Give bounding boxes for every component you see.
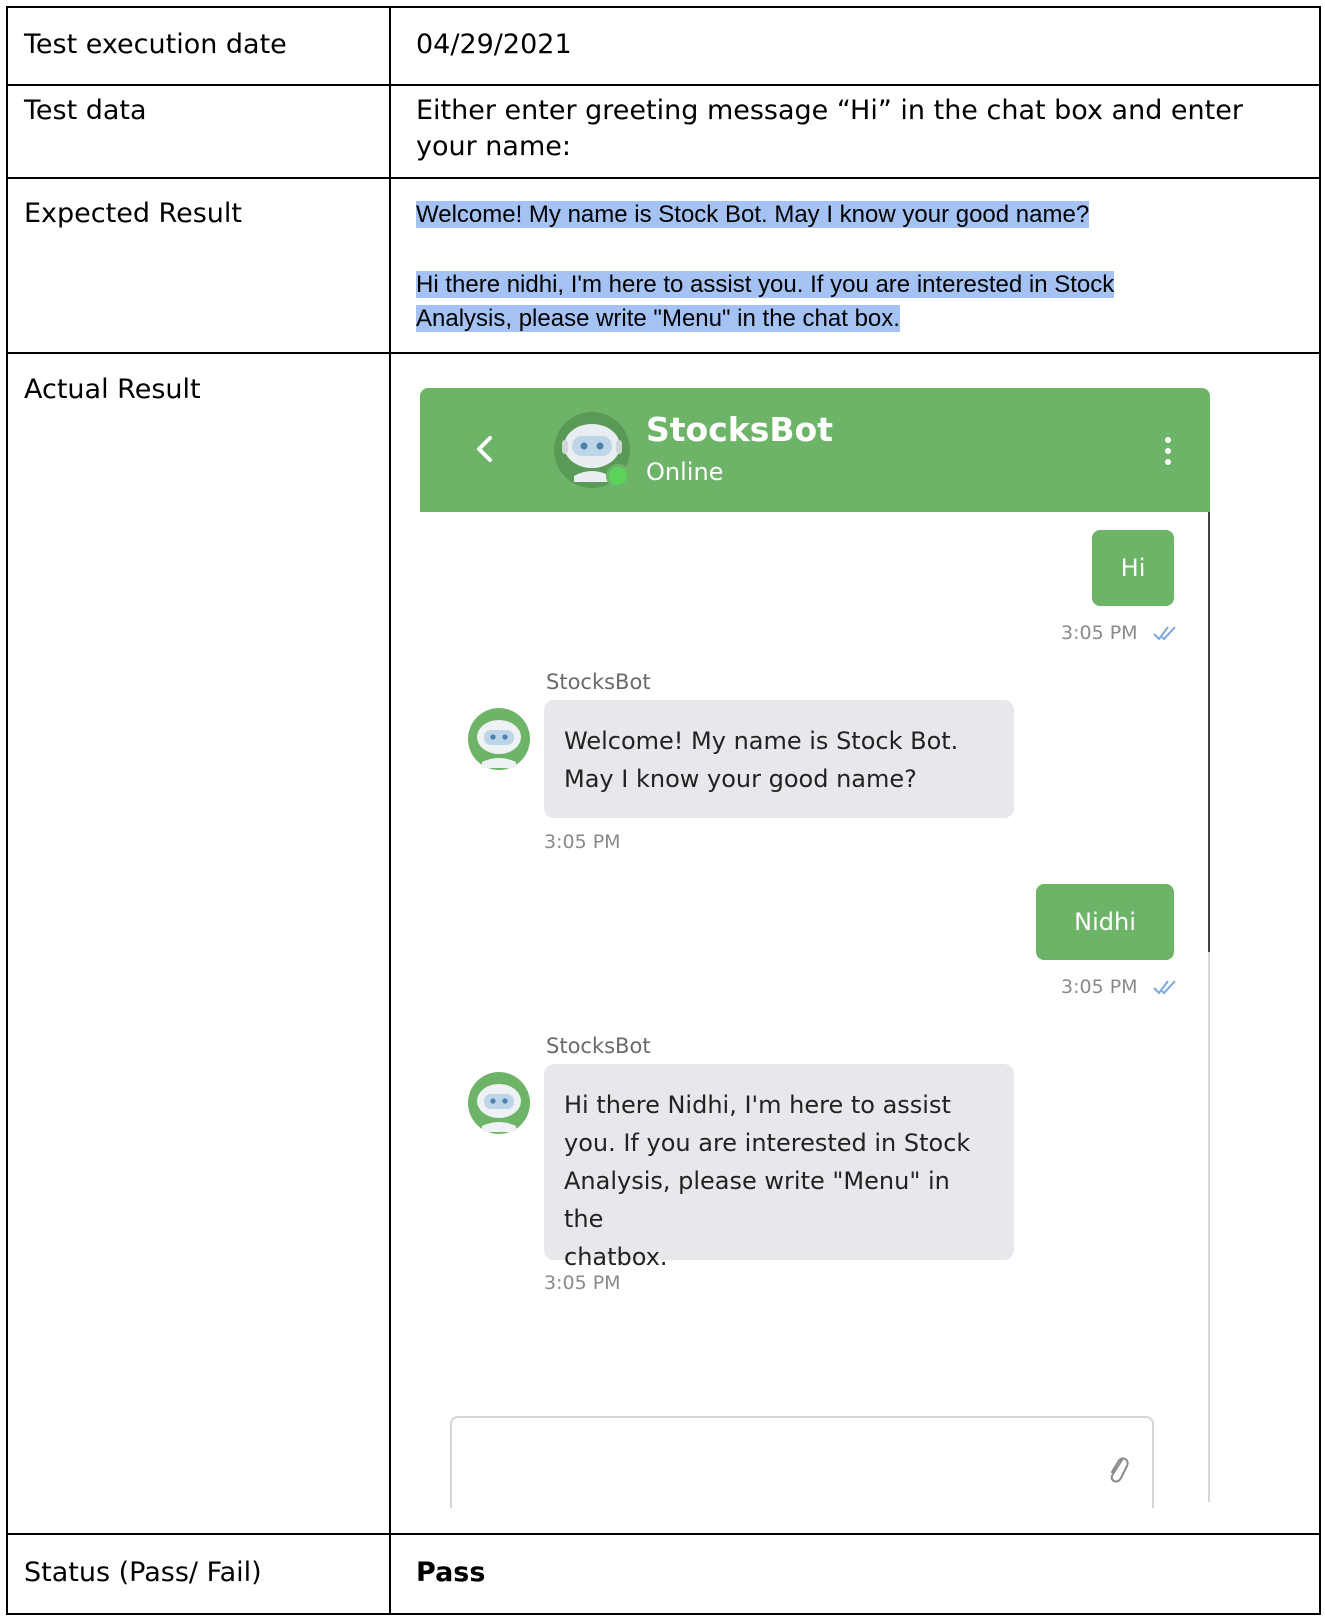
chat-screenshot: StocksBot Online Hi 3:05 PM StocksBot We… bbox=[420, 388, 1210, 1508]
bot-message-line: chatbox. bbox=[564, 1243, 668, 1271]
message-time: 3:05 PM bbox=[544, 831, 621, 853]
expected-line1-wrap: Welcome! My name is Stock Bot. May I kno… bbox=[416, 198, 1296, 232]
test-data-line1: Either enter greeting message “Hi” in th… bbox=[416, 95, 1243, 126]
date-value: 04/29/2021 bbox=[416, 29, 572, 60]
message-sender: StocksBot bbox=[546, 670, 651, 694]
test-data-label: Test data bbox=[24, 95, 147, 126]
table-border-row1 bbox=[6, 84, 1321, 86]
paperclip-icon[interactable] bbox=[1106, 1452, 1130, 1486]
table-border-row2 bbox=[6, 177, 1321, 179]
expected-line3-wrap: Analysis, please write "Menu" in the cha… bbox=[416, 302, 1296, 336]
bot-avatar-icon bbox=[468, 708, 530, 770]
expected-result-line1: Welcome! My name is Stock Bot. May I kno… bbox=[416, 201, 1090, 228]
read-ticks-icon bbox=[1153, 626, 1176, 641]
table-border-right bbox=[1319, 6, 1321, 1615]
expected-result-label: Expected Result bbox=[24, 198, 242, 229]
message-sender: StocksBot bbox=[546, 1034, 651, 1058]
online-indicator bbox=[606, 464, 630, 488]
user-message-bubble: Nidhi bbox=[1036, 884, 1174, 960]
user-message-bubble: Hi bbox=[1092, 530, 1174, 606]
test-data-line2: your name: bbox=[416, 131, 571, 162]
chat-bot-name: StocksBot bbox=[646, 410, 833, 449]
chat-header: StocksBot Online bbox=[420, 388, 1210, 512]
expected-line2-wrap: Hi there nidhi, I'm here to assist you. … bbox=[416, 268, 1296, 302]
document-page: Test execution date 04/29/2021 Test data… bbox=[0, 0, 1325, 1619]
chat-scrollbar[interactable] bbox=[1208, 512, 1210, 952]
message-time: 3:05 PM bbox=[1061, 976, 1138, 998]
actual-result-label: Actual Result bbox=[24, 374, 201, 405]
expected-result-line3: Analysis, please write "Menu" in the cha… bbox=[416, 305, 900, 332]
bot-message-line: Analysis, please write "Menu" in the bbox=[564, 1167, 950, 1233]
bot-message-line: Welcome! My name is Stock Bot. bbox=[564, 727, 959, 755]
expected-result-line2: Hi there nidhi, I'm here to assist you. … bbox=[416, 271, 1115, 298]
table-border-row3 bbox=[6, 352, 1321, 354]
bot-message-line: you. If you are interested in Stock bbox=[564, 1129, 971, 1157]
read-ticks-icon bbox=[1153, 980, 1176, 995]
table-border-bottom bbox=[6, 1613, 1321, 1615]
table-border-left bbox=[6, 6, 8, 1615]
date-label: Test execution date bbox=[24, 29, 287, 60]
message-input[interactable] bbox=[450, 1416, 1154, 1508]
bot-message-bubble: Hi there Nidhi, I'm here to assist you. … bbox=[544, 1064, 1014, 1271]
more-vertical-icon[interactable] bbox=[1162, 436, 1174, 466]
table-border-top bbox=[6, 6, 1321, 8]
bot-message-line: Hi there Nidhi, I'm here to assist bbox=[564, 1091, 951, 1119]
back-arrow-icon[interactable] bbox=[470, 434, 500, 464]
bot-avatar-icon bbox=[468, 1072, 530, 1134]
status-label: Status (Pass/ Fail) bbox=[24, 1557, 262, 1588]
status-value: Pass bbox=[416, 1557, 486, 1588]
bot-message-line: May I know your good name? bbox=[564, 765, 917, 793]
bot-message-bubble: Welcome! My name is Stock Bot. May I kno… bbox=[544, 700, 1014, 818]
chat-bot-status: Online bbox=[646, 458, 724, 486]
table-border-row4 bbox=[6, 1533, 1321, 1535]
table-border-middle bbox=[389, 6, 391, 1615]
message-time: 3:05 PM bbox=[1061, 622, 1138, 644]
message-time: 3:05 PM bbox=[544, 1272, 621, 1294]
